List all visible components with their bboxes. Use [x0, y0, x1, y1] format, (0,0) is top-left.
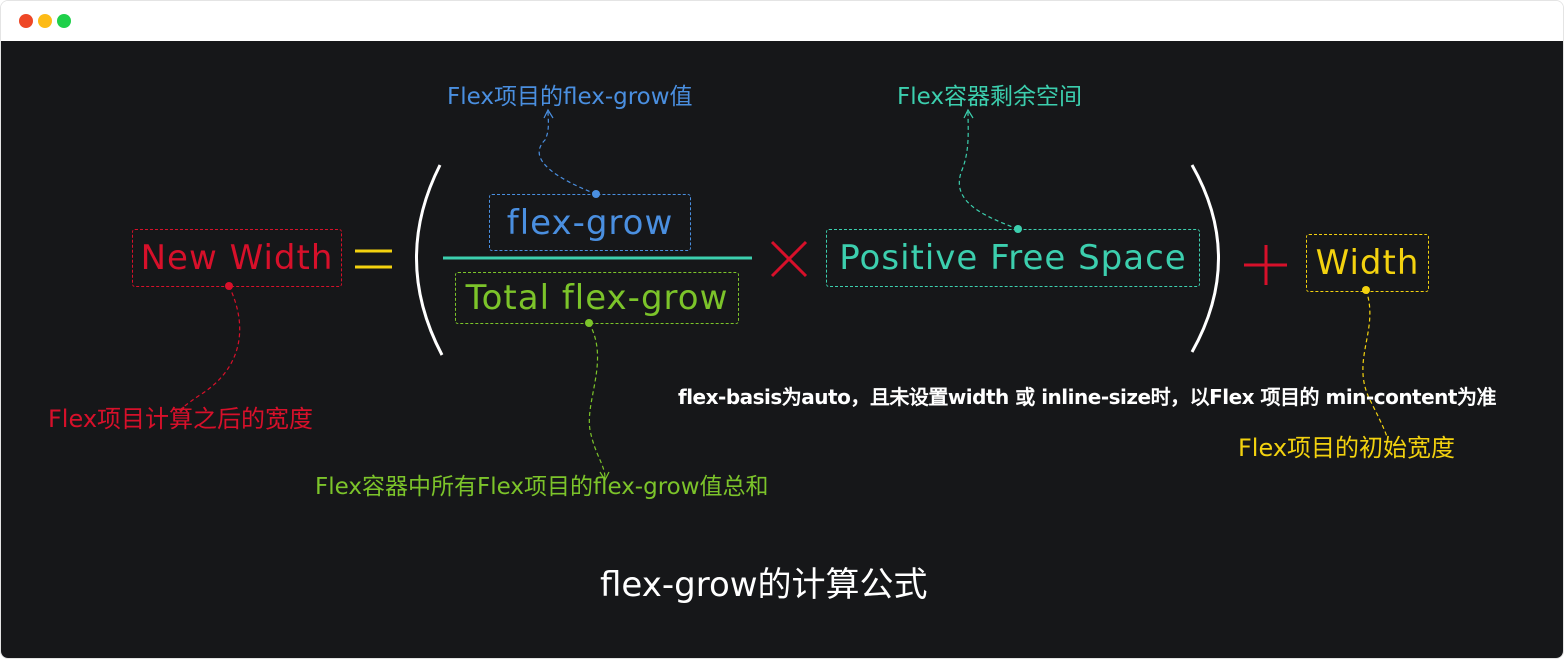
times-sign [770, 240, 808, 278]
numerator-annotation: Flex项目的flex-grow值 [447, 84, 693, 110]
width-note: flex-basis为auto，且未设置width 或 inline-size时… [678, 385, 1496, 409]
new-width-box: New Width [132, 229, 342, 287]
positive-free-space-box: Positive Free Space [826, 229, 1200, 287]
connector-width [1362, 289, 1389, 441]
flex-grow-box: flex-grow [489, 194, 691, 251]
diagram-title: flex-grow的计算公式 [600, 565, 928, 605]
width-annotation: Flex项目的初始宽度 [1238, 434, 1456, 462]
connector-numerator [538, 109, 597, 195]
free-space-annotation: Flex容器剩余空间 [897, 84, 1082, 110]
left-parenthesis [415, 164, 444, 356]
result-annotation: Flex项目计算之后的宽度 [48, 405, 314, 433]
width-box: Width [1306, 234, 1429, 292]
plus-sign [1244, 245, 1287, 285]
diagram-lines [177, 108, 1389, 482]
connector-result [177, 285, 241, 413]
total-flex-grow-box: Total flex-grow [455, 272, 739, 324]
equals-sign [355, 249, 392, 269]
denominator-annotation: Flex容器中所有Flex项目的flex-grow值总和 [315, 474, 769, 500]
connector-denominator [588, 322, 606, 479]
connector-free-space [958, 109, 1019, 230]
